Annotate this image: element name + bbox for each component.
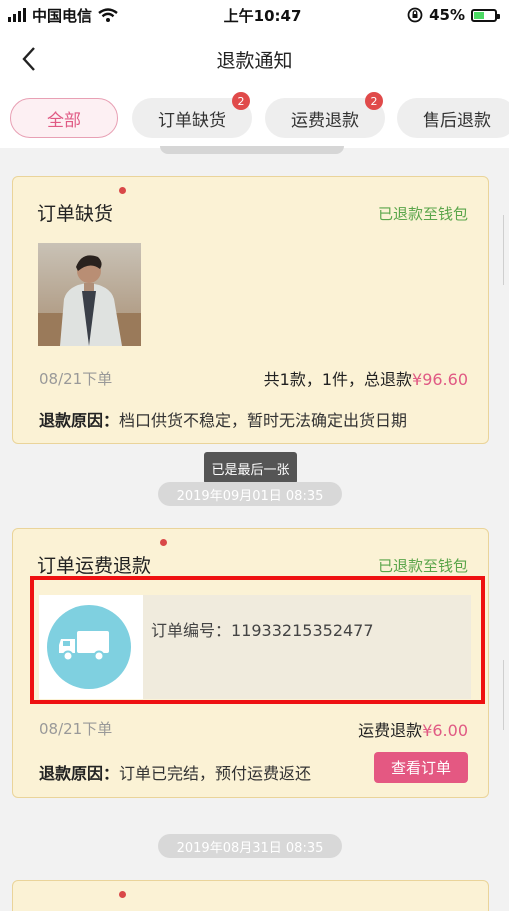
nav-bar: 退款通知 xyxy=(0,30,509,88)
refund-summary: 共1款，1件，总退款¥96.60 xyxy=(264,366,468,390)
card-title: 订单缺货 xyxy=(37,203,114,225)
page-title: 退款通知 xyxy=(216,49,293,72)
side-edge xyxy=(503,215,509,285)
side-edge xyxy=(503,660,509,730)
refund-amount: ¥6.00 xyxy=(422,721,468,740)
refund-summary: 运费退款¥6.00 xyxy=(358,717,468,741)
refund-summary-text: 运费退款 xyxy=(358,721,423,740)
tab-badge: 2 xyxy=(232,92,250,110)
tab-badge: 2 xyxy=(365,92,383,110)
tab-label: 运费退款 xyxy=(291,110,359,131)
refund-reason-text: 订单已完结，预付运费返还 xyxy=(119,764,312,783)
tab-label: 售后退款 xyxy=(423,110,491,131)
chevron-left-icon xyxy=(22,47,35,71)
refund-card-partial[interactable] xyxy=(12,880,489,911)
status-bar: 中国电信 上午10:47 45% xyxy=(0,0,509,30)
rotation-lock-icon xyxy=(407,7,423,23)
product-image[interactable] xyxy=(38,243,141,346)
tab-label: 订单缺货 xyxy=(158,110,226,131)
toast-tooltip: 已是最后一张 xyxy=(204,452,297,484)
tab-shipping-refund[interactable]: 运费退款 2 xyxy=(265,92,385,138)
timestamp: 2019年09月01日 08:35 xyxy=(158,482,342,506)
battery-percent: 45% xyxy=(429,6,465,24)
tab-all[interactable]: 全部 xyxy=(10,98,118,138)
refund-reason-text: 档口供货不稳定，暂时无法确定出货日期 xyxy=(119,411,408,430)
refund-card-out-of-stock[interactable]: 订单缺货 已退款至钱包 08/21下单 共1款，1件，总退款¥96.60 退款原… xyxy=(12,176,489,444)
highlight-box xyxy=(30,576,485,704)
refund-reason-label: 退款原因： xyxy=(39,764,120,783)
refund-amount: ¥96.60 xyxy=(412,370,468,389)
refund-reason: 退款原因：档口供货不稳定，暂时无法确定出货日期 xyxy=(39,407,407,431)
unread-dot xyxy=(119,187,126,194)
battery-icon xyxy=(470,8,500,22)
wifi-icon xyxy=(98,8,118,22)
status-time: 上午10:47 xyxy=(223,6,302,25)
carrier-label: 中国电信 xyxy=(32,6,93,25)
order-date: 08/21下单 xyxy=(39,720,113,738)
filter-tabs: 全部 订单缺货 2 运费退款 2 售后退款 xyxy=(0,88,509,148)
previous-timestamp-edge xyxy=(160,146,344,154)
status-left: 中国电信 xyxy=(8,5,118,26)
refund-status: 已退款至钱包 xyxy=(377,557,468,575)
unread-dot xyxy=(160,539,167,546)
refund-reason: 退款原因：订单已完结，预付运费返还 xyxy=(39,760,311,784)
back-button[interactable] xyxy=(14,44,44,74)
view-order-button[interactable]: 查看订单 xyxy=(374,752,468,783)
status-right: 45% xyxy=(407,6,500,24)
timestamp: 2019年08月31日 08:35 xyxy=(158,834,342,858)
signal-icon xyxy=(8,8,26,22)
unread-dot xyxy=(119,891,126,898)
tab-out-of-stock[interactable]: 订单缺货 2 xyxy=(132,92,252,138)
refund-summary-text: 共1款，1件，总退款 xyxy=(263,370,413,389)
refund-status: 已退款至钱包 xyxy=(377,205,468,223)
order-date: 08/21下单 xyxy=(39,370,113,388)
refund-reason-label: 退款原因： xyxy=(39,411,120,430)
tab-after-sales-refund[interactable]: 售后退款 xyxy=(397,98,509,138)
tab-label: 全部 xyxy=(47,110,81,131)
card-title: 订单运费退款 xyxy=(37,555,152,577)
